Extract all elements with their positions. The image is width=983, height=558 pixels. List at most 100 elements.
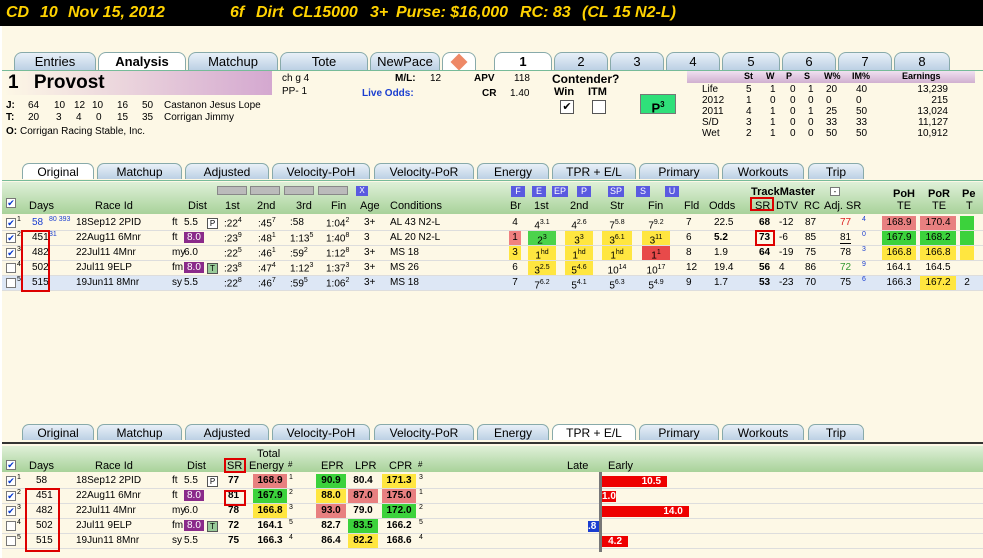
record-cell: 40	[856, 84, 868, 95]
tab-energy[interactable]: Energy	[477, 163, 549, 179]
finish-time: 1:373	[326, 262, 350, 275]
table-row[interactable]	[2, 216, 983, 231]
race-id[interactable]: 2Jul11 9ELP	[76, 520, 132, 531]
record-header: St	[744, 71, 753, 81]
tab-matchup[interactable]: Matchup	[188, 52, 278, 70]
race-id[interactable]: 22Jul11 4Mnr	[76, 247, 136, 258]
record-cell: 11,127	[918, 117, 948, 128]
race-id[interactable]: 19Jun11 8Mnr	[76, 277, 139, 288]
pace-key-u[interactable]: U	[665, 186, 679, 197]
post-tab-5[interactable]: 5	[722, 52, 780, 70]
row-checkbox[interactable]: ✔	[6, 233, 16, 243]
row-checkbox[interactable]: ✔	[6, 476, 16, 486]
post-tab-6[interactable]: 6	[782, 52, 836, 70]
row-checkbox[interactable]	[6, 278, 16, 288]
tab-tpr-e-l[interactable]: TPR + E/L	[552, 163, 636, 179]
post-tab-2[interactable]: 2	[554, 52, 608, 70]
record-cell: 0	[826, 95, 832, 106]
distance: 5.5	[184, 277, 198, 288]
split-toggle-button[interactable]	[284, 186, 314, 195]
tab-original[interactable]: Original	[22, 424, 94, 440]
split-toggle-button[interactable]	[250, 186, 280, 195]
post-tab-4[interactable]: 4	[666, 52, 720, 70]
row-checkbox[interactable]: ✔	[6, 506, 16, 516]
tab-adjusted[interactable]: Adjusted	[185, 163, 269, 179]
post-tab-3[interactable]: 3	[610, 52, 664, 70]
table-row[interactable]	[2, 489, 983, 504]
tab-workouts[interactable]: Workouts	[722, 424, 804, 440]
row-checkbox[interactable]: ✔	[6, 248, 16, 258]
race-id[interactable]: 18Sep12 2PID	[76, 217, 141, 228]
table-row[interactable]	[2, 519, 983, 534]
itm-checkbox[interactable]	[592, 100, 606, 114]
table-row[interactable]	[2, 246, 983, 261]
row-checkbox[interactable]: ✔	[6, 218, 16, 228]
record-cell: 10,912	[917, 128, 948, 139]
split-toggle-button[interactable]	[318, 186, 348, 195]
tab-original[interactable]: Original	[22, 163, 94, 179]
race-id[interactable]: 2Jul11 9ELP	[76, 262, 132, 273]
pace-key-s[interactable]: S	[636, 186, 650, 197]
tab-adjusted[interactable]: Adjusted	[185, 424, 269, 440]
table-row[interactable]	[2, 276, 983, 291]
energy-rank: 5	[289, 519, 293, 526]
second-call-time: :474	[258, 262, 276, 275]
post-tab-1[interactable]: 1	[494, 52, 552, 70]
tab-workouts[interactable]: Workouts	[722, 163, 804, 179]
table-row[interactable]	[2, 231, 983, 246]
table-row[interactable]	[2, 534, 983, 549]
tab-trip[interactable]: Trip	[808, 424, 864, 440]
tab-newpace[interactable]: NewPace	[370, 52, 440, 70]
pace-key-p[interactable]: P	[577, 186, 591, 197]
pace-key-ep[interactable]: EP	[552, 186, 569, 197]
bottom-select-all[interactable]: ✔	[6, 460, 16, 470]
race-id[interactable]: 19Jun11 8Mnr	[76, 535, 139, 546]
pace-key-sp[interactable]: SP	[608, 186, 625, 197]
tab-entries[interactable]: Entries	[14, 52, 96, 70]
race-id-header: Race Id	[95, 460, 133, 472]
tab-energy[interactable]: Energy	[477, 424, 549, 440]
tab-velocity-por[interactable]: Velocity-PoR	[374, 424, 474, 440]
tab-tpr-e-l[interactable]: TPR + E/L	[552, 424, 636, 440]
post-tab-7[interactable]: 7	[838, 52, 892, 70]
table-row[interactable]	[2, 261, 983, 276]
row-checkbox[interactable]	[6, 521, 16, 531]
newpace-icon[interactable]	[442, 52, 476, 71]
row-checkbox[interactable]	[6, 536, 16, 546]
row-checkbox[interactable]: ✔	[6, 491, 16, 501]
table-row[interactable]	[2, 474, 983, 489]
pace-key-f[interactable]: F	[511, 186, 525, 197]
apv-value: 118	[514, 73, 530, 84]
tab-trip[interactable]: Trip	[808, 163, 864, 179]
tab-primary[interactable]: Primary	[639, 424, 719, 440]
tab-velocity-poh[interactable]: Velocity-PoH	[272, 424, 370, 440]
call-fin: 11	[642, 246, 670, 261]
trainer-stat: 15	[117, 112, 129, 123]
record-cell: S/D	[702, 117, 719, 128]
tab-matchup[interactable]: Matchup	[97, 163, 182, 179]
split-toggle-button[interactable]	[217, 186, 247, 195]
tab-velocity-poh[interactable]: Velocity-PoH	[272, 163, 370, 179]
odds: 22.5	[714, 217, 734, 228]
race-id[interactable]: 22Jul11 4Mnr	[76, 505, 136, 516]
age-header: Age	[360, 200, 380, 212]
post-tab-8[interactable]: 8	[894, 52, 950, 70]
tab-tote[interactable]: Tote	[280, 52, 368, 70]
select-all-checkbox[interactable]: ✔	[6, 198, 16, 208]
table-row[interactable]	[2, 504, 983, 519]
row-checkbox[interactable]	[6, 263, 16, 273]
tab-velocity-por[interactable]: Velocity-PoR	[374, 163, 474, 179]
pace-key-e[interactable]: E	[532, 186, 546, 197]
tab-analysis[interactable]: Analysis	[98, 52, 186, 70]
tab-matchup[interactable]: Matchup	[97, 424, 182, 440]
race-id[interactable]: 22Aug11 6Mnr	[76, 490, 141, 501]
record-cell: Life	[702, 84, 719, 95]
race-id[interactable]: 22Aug11 6Mnr	[76, 232, 141, 243]
x-key-button[interactable]: X	[356, 186, 368, 196]
third-call-header: 3rd	[296, 200, 312, 212]
first-call-header: 1st	[225, 200, 240, 212]
race-id[interactable]: 18Sep12 2PID	[76, 475, 141, 486]
tab-primary[interactable]: Primary	[639, 163, 719, 179]
collapse-button[interactable]: -	[830, 187, 840, 196]
win-checkbox[interactable]: ✔	[560, 100, 574, 114]
